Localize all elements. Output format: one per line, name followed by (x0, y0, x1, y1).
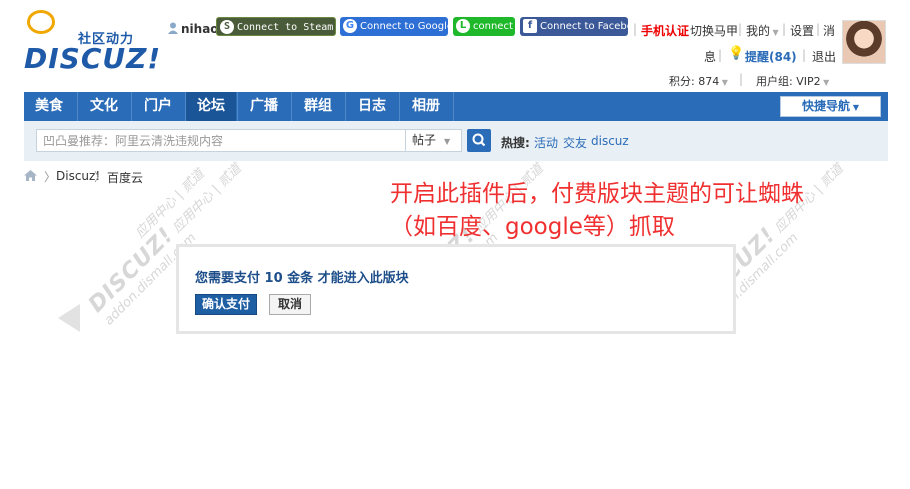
user-icon (168, 22, 178, 34)
watermark-arrow-icon (58, 304, 80, 332)
switch-account-link[interactable]: 切换马甲 (690, 22, 738, 39)
nav-divider (237, 92, 238, 121)
usergroup-menu[interactable]: 用户组: VIP2 ▼ (756, 73, 829, 89)
site-logo[interactable]: 社区动力 DISCUZ! (22, 8, 160, 75)
hot-link-friends[interactable]: 交友 (563, 134, 587, 151)
connect-facebook-label: Connect to Facebook (540, 21, 645, 32)
confirm-payment-button[interactable]: 确认支付 (195, 294, 257, 315)
steam-icon: S (220, 20, 234, 34)
connect-steam-button[interactable]: S Connect to Steam (216, 17, 336, 36)
usergroup-label: 用户组: VIP2 (756, 75, 821, 88)
google-icon: G (343, 19, 357, 33)
hot-link-discuz[interactable]: discuz (591, 134, 629, 148)
messages-link-part1[interactable]: 消 (823, 22, 835, 39)
nav-item-album[interactable]: 相册 (401, 92, 451, 121)
logo-wordmark: DISCUZ! (24, 42, 162, 75)
avatar[interactable] (842, 20, 886, 64)
logo-bubble-icon (27, 10, 55, 34)
divider: | (718, 48, 723, 62)
payment-box: 您需要支付 10 金条 才能进入此版块 确认支付 取消 (176, 244, 736, 334)
nav-item-culture[interactable]: 文化 (79, 92, 129, 121)
bulb-icon: 💡 (728, 46, 745, 61)
payment-message: 您需要支付 10 金条 才能进入此版块 (195, 271, 409, 286)
hot-search-label: 热搜: (501, 136, 530, 150)
quick-nav-button[interactable]: 快捷导航 ▼ (780, 96, 881, 117)
nav-divider (345, 92, 346, 121)
connect-line-label: connect (473, 21, 513, 32)
nav-item-broadcast[interactable]: 广播 (239, 92, 289, 121)
points-label: 积分: 874 (669, 75, 720, 88)
connect-line-button[interactable]: L connect (453, 17, 515, 36)
cancel-button[interactable]: 取消 (269, 294, 311, 315)
chevron-down-icon: ▼ (820, 78, 830, 87)
annotation-line-2: （如百度、google等）抓取 (390, 214, 675, 240)
divider: | (802, 48, 807, 62)
divider: | (633, 22, 638, 36)
search-box (36, 129, 406, 152)
caret-down-icon: ▼ (850, 103, 859, 112)
main-nav: 美食 文化 门户 论坛 广播 群组 日志 相册 快捷导航 ▼ (24, 92, 888, 122)
nav-item-groups[interactable]: 群组 (293, 92, 343, 121)
nav-divider (291, 92, 292, 121)
avatar-image (843, 21, 885, 63)
hot-link-activity[interactable]: 活动 (534, 134, 558, 151)
settings-link[interactable]: 设置 (790, 22, 814, 39)
search-input[interactable] (37, 130, 405, 151)
points-menu[interactable]: 积分: 874 ▼ (669, 73, 728, 89)
my-menu[interactable]: 我的 ▼ (746, 22, 779, 39)
line-icon: L (456, 19, 470, 33)
messages-link-part2[interactable]: 息 (704, 48, 716, 65)
chevron-down-icon: ▼ (770, 28, 779, 37)
nav-divider (77, 92, 78, 121)
search-icon (472, 133, 486, 147)
quick-nav-label: 快捷导航 (802, 99, 851, 113)
nav-item-forum[interactable]: 论坛 (186, 92, 236, 121)
phone-cert-link[interactable]: 手机认证 (641, 22, 689, 39)
nav-divider (399, 92, 400, 121)
connect-steam-label: Connect to Steam (237, 22, 334, 33)
home-icon[interactable] (24, 170, 37, 181)
username-link[interactable]: nihao (181, 22, 219, 36)
connect-facebook-button[interactable]: f Connect to Facebook (520, 17, 645, 36)
nav-divider (453, 92, 454, 121)
divider: | (782, 22, 787, 36)
chevron-down-icon: ▼ (719, 78, 728, 87)
search-type-select[interactable]: 帖子 ▼ (406, 129, 462, 152)
nav-item-blog[interactable]: 日志 (347, 92, 397, 121)
annotation-line-1: 开启此插件后，付费版块主题的可让蜘蛛 (390, 181, 804, 207)
connect-google-button[interactable]: G Connect to Google (340, 17, 453, 36)
search-bar: 帖子 ▼ 热搜: 活动 交友 discuz (24, 121, 888, 161)
breadcrumb-forum[interactable]: 百度云 (107, 169, 143, 186)
caret-down-icon: ▼ (444, 137, 451, 146)
divider: | (739, 72, 744, 86)
chevron-right-icon: 〉 (44, 170, 57, 184)
search-type-label: 帖子 (412, 133, 437, 147)
nav-divider (131, 92, 132, 121)
logout-link[interactable]: 退出 (812, 48, 836, 65)
reminder-link[interactable]: 提醒(84) (745, 48, 797, 65)
facebook-icon: f (523, 19, 537, 33)
connect-google-label: Connect to Google (360, 21, 454, 32)
nav-item-food[interactable]: 美食 (24, 92, 74, 121)
search-button[interactable] (467, 129, 491, 152)
nav-item-portal[interactable]: 门户 (133, 92, 183, 121)
divider: | (738, 22, 743, 36)
divider: | (816, 22, 821, 36)
my-menu-label: 我的 (746, 24, 771, 38)
chevron-right-icon: 〉 (94, 170, 107, 184)
